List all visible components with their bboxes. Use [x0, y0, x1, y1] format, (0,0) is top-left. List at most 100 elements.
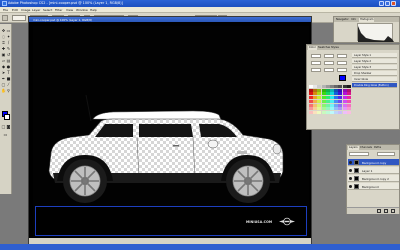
dodge-tool-icon[interactable]: ●: [6, 64, 11, 69]
photoshop-app-icon: [2, 1, 7, 6]
color-field-5[interactable]: [324, 61, 334, 65]
new-layer-icon[interactable]: [377, 209, 381, 213]
minimize-icon[interactable]: [379, 1, 384, 6]
brush-tool-icon[interactable]: ✎: [6, 46, 11, 51]
layer-thumbnail: [354, 168, 359, 173]
color-field-4[interactable]: [311, 61, 321, 65]
background-color-swatch[interactable]: [4, 114, 10, 120]
menu-select[interactable]: Select: [43, 8, 52, 12]
color-field-6[interactable]: [337, 61, 347, 65]
document-titlebar[interactable]: mini-cooper.psd @ 100% (Layer 1, RGB/8): [29, 17, 311, 22]
magic-wand-tool-icon[interactable]: ✦: [6, 34, 11, 39]
photoshop-window: Adobe Photoshop CS2 - [mini-cooper.psd @…: [0, 0, 400, 250]
layer-name: Background: [362, 184, 379, 189]
style-row-selected[interactable]: Double Ring Glow (Button): [352, 83, 397, 88]
trash-icon[interactable]: [391, 209, 395, 213]
maximize-icon[interactable]: [385, 1, 390, 6]
histogram-graph: [357, 23, 394, 42]
swatch-grid: [309, 85, 351, 115]
image-canvas[interactable]: MINIUSA.COM: [33, 26, 309, 237]
menu-layer[interactable]: Layer: [32, 8, 40, 12]
navigator-panel-tabs: Navigator Info Histogram: [334, 17, 399, 22]
color-swatch[interactable]: [346, 88, 351, 92]
type-tool-icon[interactable]: T: [6, 70, 11, 75]
shape-tool-icon[interactable]: ■: [6, 76, 11, 81]
history-brush-tool-icon[interactable]: ↺: [6, 52, 11, 57]
layer-row[interactable]: Background copy 2: [348, 175, 399, 182]
style-row[interactable]: Drop Shadow: [352, 71, 397, 76]
eye-icon[interactable]: [349, 184, 352, 188]
color-field-8[interactable]: [324, 68, 334, 72]
menu-filter[interactable]: Filter: [55, 8, 62, 12]
color-swatch[interactable]: [346, 110, 351, 114]
tab-layers[interactable]: Layers: [348, 145, 359, 150]
style-row[interactable]: Layer Style 1: [352, 53, 397, 58]
folder-icon[interactable]: [384, 209, 388, 213]
layers-footer: [347, 207, 399, 214]
color-swatch[interactable]: [346, 103, 351, 107]
panel-dock: Navigator Info Histogram Color Swatches …: [306, 16, 400, 244]
tab-styles[interactable]: Styles: [330, 45, 340, 50]
color-field-3[interactable]: [337, 54, 347, 58]
eye-icon[interactable]: [349, 168, 352, 172]
eye-icon[interactable]: [349, 176, 352, 180]
tool-preset-button[interactable]: [2, 15, 8, 21]
car-image: [48, 94, 284, 203]
brand-url-text: MINIUSA.COM: [246, 220, 273, 224]
zoom-tool-icon[interactable]: ⚲: [6, 88, 11, 93]
navigator-panel: Navigator Info Histogram: [333, 16, 400, 43]
layers-panel-tabs: Layers Channels Paths: [347, 145, 399, 150]
layer-row[interactable]: Background copy: [348, 159, 399, 166]
screen-mode-icon[interactable]: ▭: [3, 132, 8, 137]
menu-image[interactable]: Image: [21, 8, 30, 12]
tab-color[interactable]: Color: [308, 45, 317, 50]
gradient-tool-icon[interactable]: ▤: [6, 58, 11, 63]
layer-thumbnail: [354, 176, 359, 181]
eye-icon[interactable]: [349, 160, 352, 164]
layer-row[interactable]: Background: [348, 183, 399, 190]
style-row[interactable]: Inner Glow: [352, 77, 397, 82]
menu-edit[interactable]: Edit: [12, 8, 18, 12]
tab-paths[interactable]: Paths: [373, 145, 383, 150]
layer-name: Layer 1: [362, 168, 373, 173]
slice-tool-icon[interactable]: /: [6, 40, 11, 45]
style-row[interactable]: Layer Style 3: [352, 65, 397, 70]
window-title: Adobe Photoshop CS2 - [mini-cooper.psd @…: [8, 1, 123, 5]
color-swatch[interactable]: [346, 99, 351, 103]
color-field-1[interactable]: [311, 54, 321, 58]
layer-name: Background copy: [362, 160, 387, 165]
color-swatch[interactable]: [346, 85, 351, 88]
layer-name: Background copy 2: [362, 176, 389, 181]
tab-channels[interactable]: Channels: [359, 145, 373, 150]
mini-logo-icon: [279, 217, 295, 226]
color-field-2[interactable]: [324, 54, 334, 58]
layer-row[interactable]: Layer 1: [348, 167, 399, 174]
color-styles-panel: Color Swatches Styles Layer Style 1 Laye…: [306, 44, 400, 130]
tab-histogram[interactable]: Histogram: [359, 17, 375, 22]
color-swatch[interactable]: [346, 107, 351, 111]
selected-color-chip[interactable]: [339, 75, 346, 81]
layer-thumbnail: [354, 184, 359, 189]
marquee-tool-icon[interactable]: ▭: [6, 28, 11, 33]
color-swatch[interactable]: [346, 96, 351, 100]
menu-window[interactable]: Window: [76, 8, 88, 12]
layers-panel: Layers Channels Paths Background copy La…: [346, 144, 400, 214]
blend-mode-select[interactable]: [349, 152, 369, 156]
opacity-select[interactable]: [377, 152, 395, 156]
color-field-9[interactable]: [337, 68, 347, 72]
menu-view[interactable]: View: [66, 8, 73, 12]
window-titlebar: Adobe Photoshop CS2 - [mini-cooper.psd @…: [0, 0, 400, 7]
tab-info[interactable]: Info: [350, 17, 357, 22]
brush-size-field[interactable]: [12, 15, 26, 21]
tab-navigator[interactable]: Navigator: [335, 17, 350, 22]
style-row[interactable]: Layer Style 2: [352, 59, 397, 64]
menu-help[interactable]: Help: [90, 8, 97, 12]
color-field-7[interactable]: [311, 68, 321, 72]
close-icon[interactable]: [391, 1, 396, 6]
rear-wheel: [63, 159, 107, 203]
document-window: mini-cooper.psd @ 100% (Layer 1, RGB/8): [28, 16, 312, 244]
eyedropper-tool-icon[interactable]: ⁄: [6, 82, 11, 87]
menu-file[interactable]: File: [3, 8, 8, 12]
color-swatch[interactable]: [346, 92, 351, 96]
quickmask-mode-icon[interactable]: ◙: [6, 124, 11, 129]
